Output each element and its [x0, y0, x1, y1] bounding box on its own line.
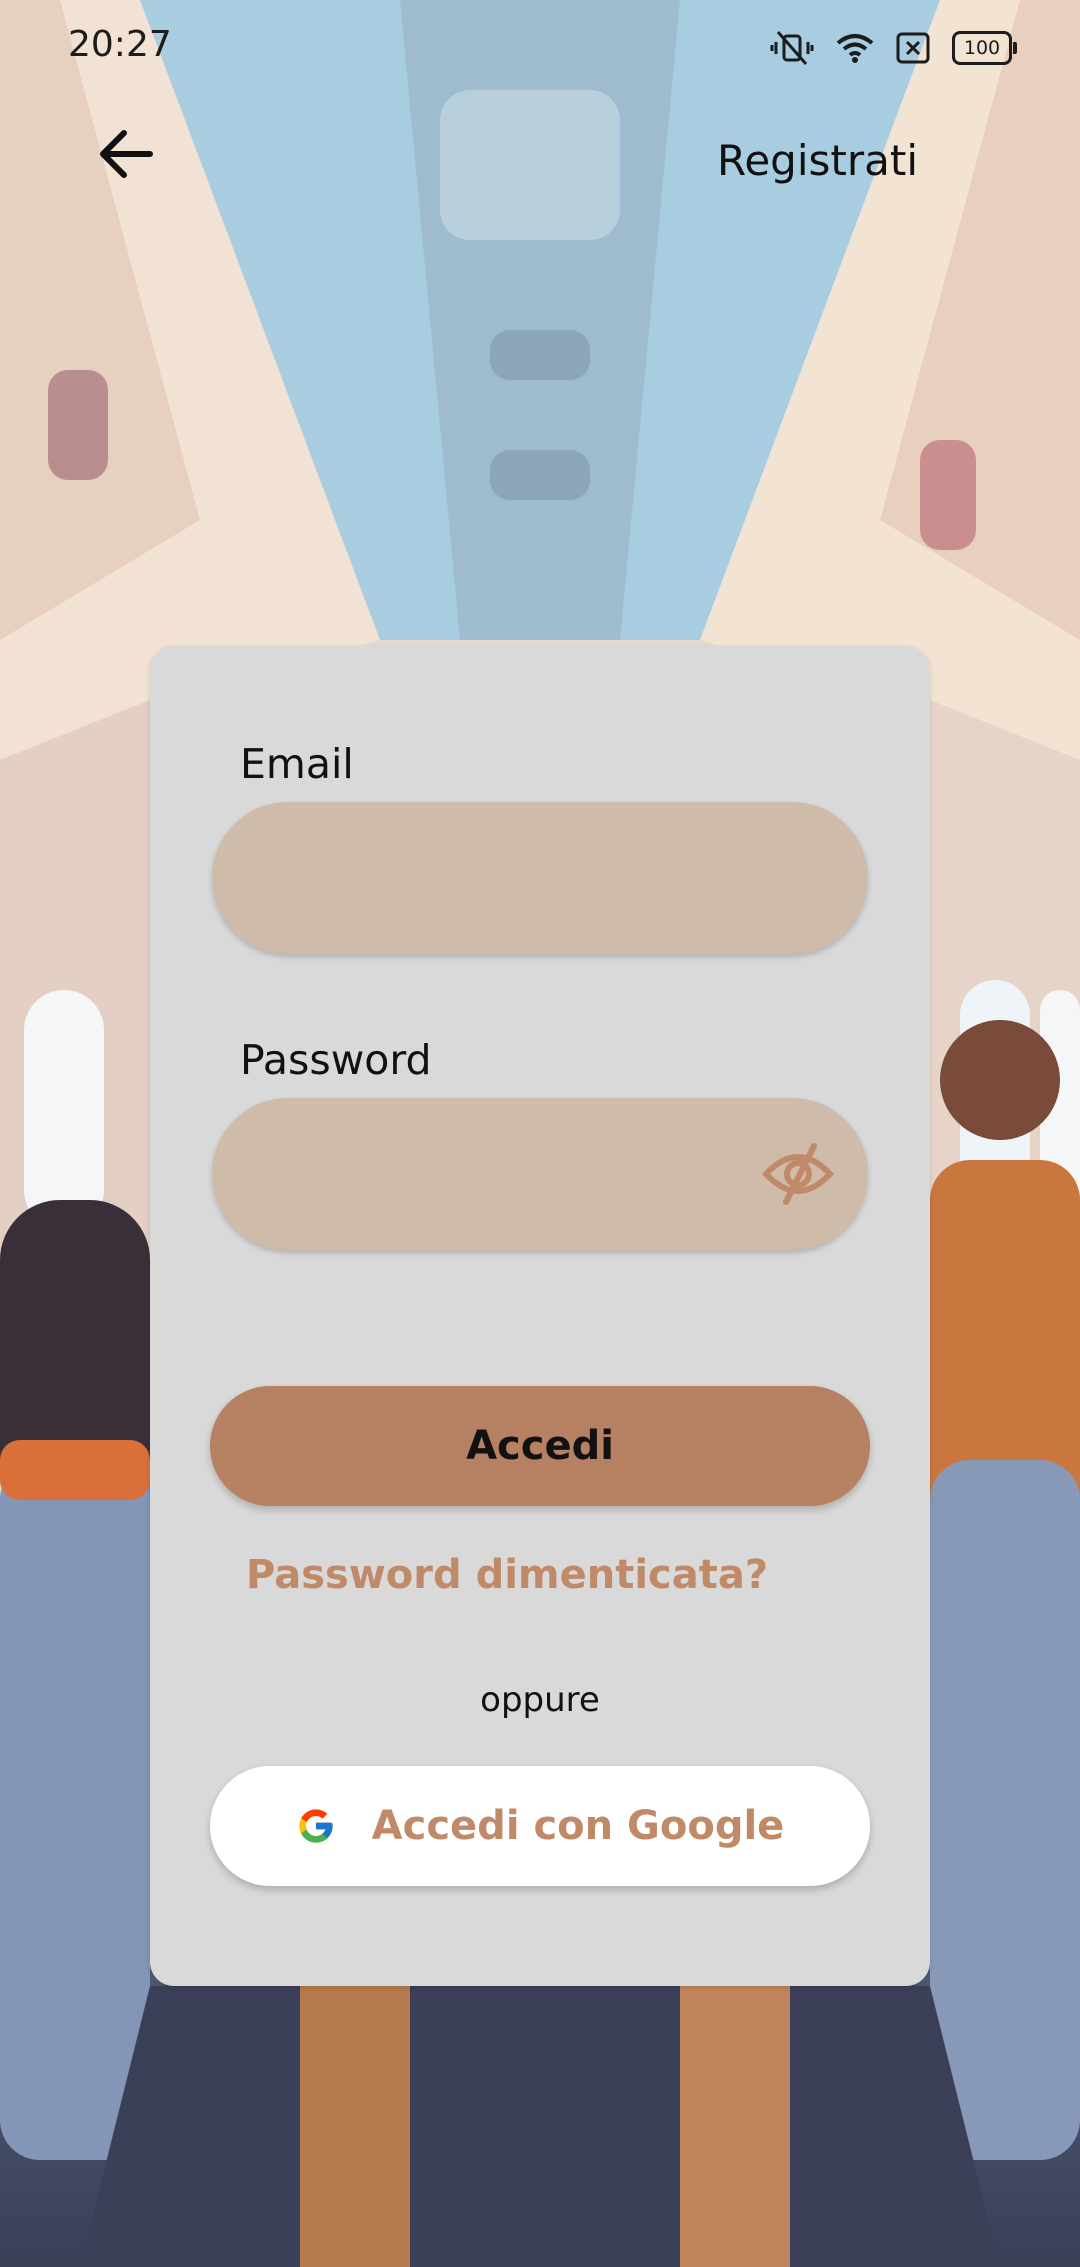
forgot-password-link[interactable]: Password dimenticata?: [246, 1552, 768, 1598]
no-sim-icon: [896, 32, 930, 64]
or-divider: oppure: [480, 1680, 600, 1720]
wifi-icon: [836, 34, 874, 63]
status-time: 20:27: [68, 24, 172, 65]
login-card: Email Password Accedi Password dimentica…: [150, 646, 930, 1986]
vibrate-mute-icon: [770, 31, 814, 65]
password-label: Password: [240, 1036, 432, 1084]
email-field[interactable]: [212, 802, 868, 954]
login-screen: 20:27 100 Registrati Email Password Acce…: [0, 0, 1080, 2267]
battery-icon: 100: [952, 31, 1017, 65]
email-label: Email: [240, 740, 354, 788]
back-button[interactable]: [90, 118, 162, 190]
status-bar: 20:27 100: [0, 0, 1080, 96]
login-button[interactable]: Accedi: [210, 1386, 870, 1506]
password-visibility-toggle[interactable]: [758, 1134, 838, 1214]
google-login-button[interactable]: Accedi con Google: [210, 1766, 870, 1886]
google-g-icon: [299, 1809, 333, 1843]
register-link[interactable]: Registrati: [717, 136, 918, 185]
google-login-label: Accedi con Google: [371, 1803, 785, 1849]
status-icons: 100: [770, 30, 1017, 66]
arrow-left-icon: [100, 130, 153, 178]
eye-off-icon: [762, 1143, 834, 1205]
